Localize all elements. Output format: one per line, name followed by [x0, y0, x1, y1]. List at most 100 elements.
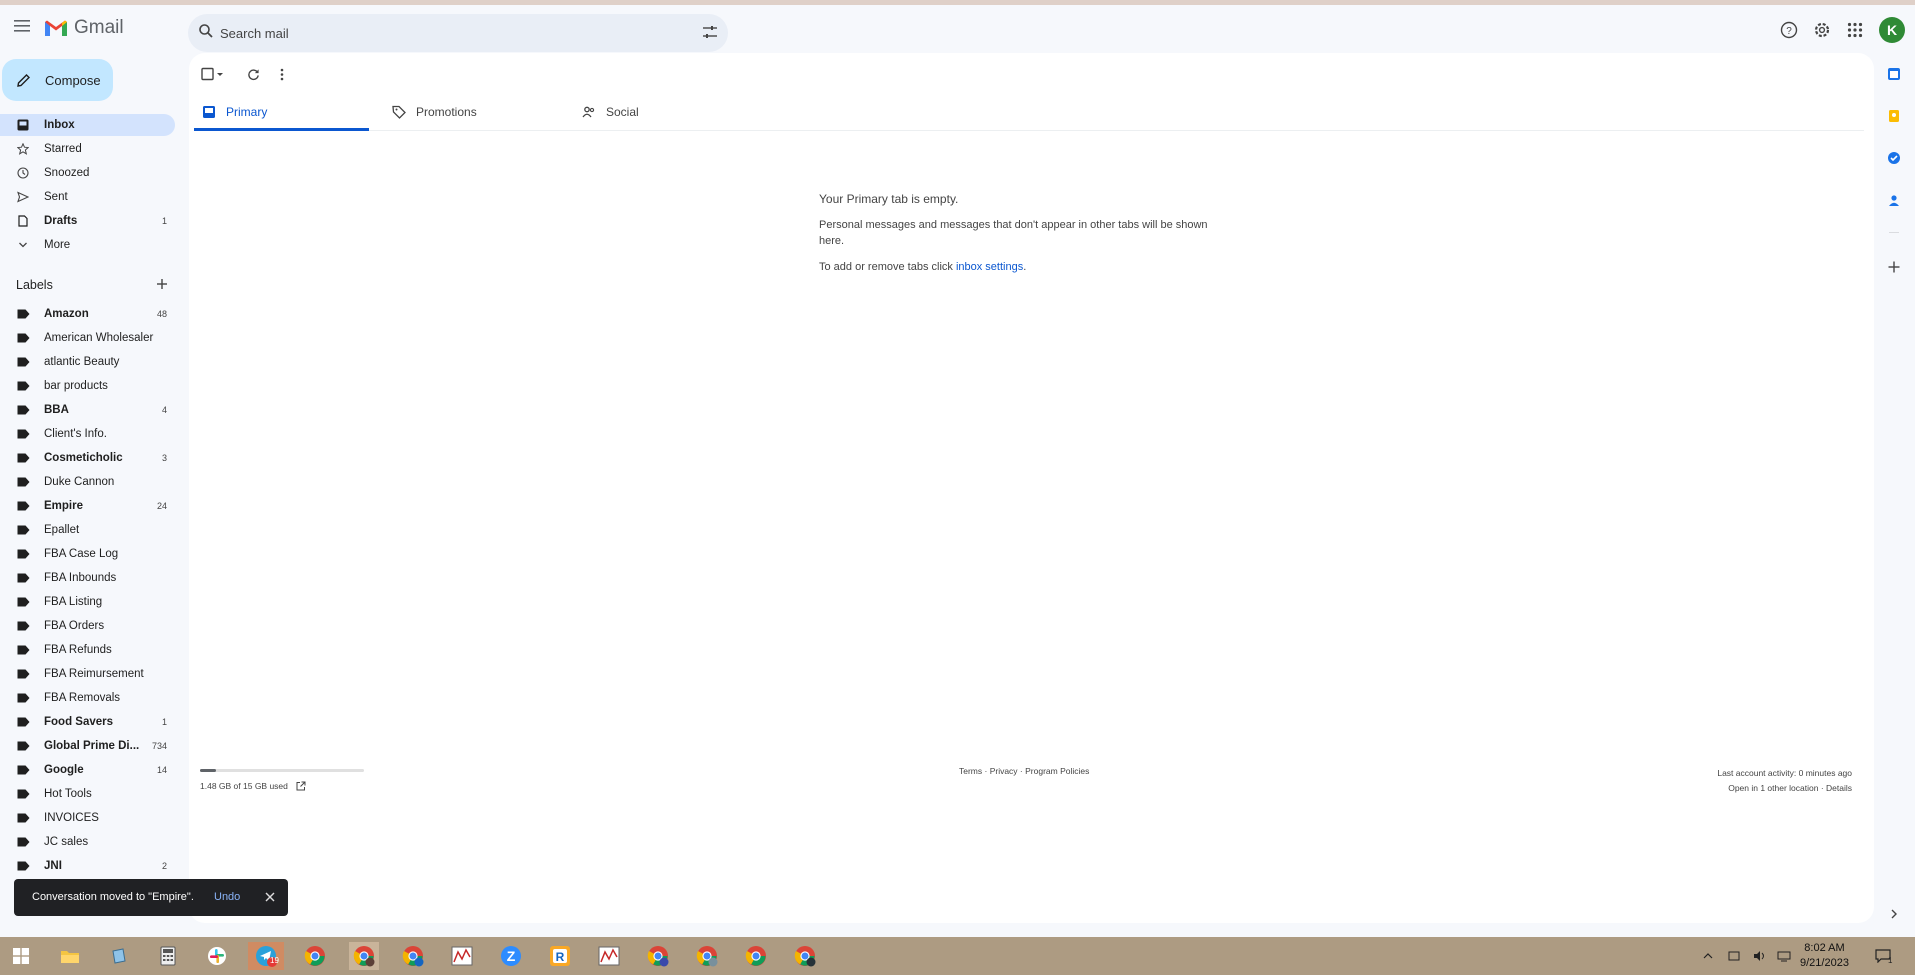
label-item[interactable]: bar products [0, 375, 175, 397]
label-item[interactable]: FBA Removals [0, 687, 175, 709]
chart-app-2-icon[interactable] [594, 942, 624, 970]
label-name: Epallet [44, 524, 80, 536]
label-item[interactable]: Client's Info. [0, 423, 175, 445]
tab-social[interactable]: Social [574, 93, 749, 131]
svg-text:R: R [556, 950, 565, 964]
main-menu-icon[interactable] [10, 14, 34, 38]
label-item[interactable]: FBA Case Log [0, 543, 175, 565]
svg-text:?: ? [1786, 26, 1792, 37]
slack-icon[interactable] [202, 942, 232, 970]
file-explorer-icon[interactable] [55, 942, 85, 970]
more-options-icon[interactable] [280, 65, 284, 83]
label-item[interactable]: Food Savers 1 [0, 711, 175, 733]
settings-gear-icon[interactable] [1811, 19, 1833, 41]
external-link-icon[interactable] [296, 781, 306, 791]
windows-start-icon[interactable] [6, 942, 36, 970]
calculator-icon[interactable] [153, 942, 183, 970]
show-side-panel-icon[interactable] [1885, 905, 1903, 923]
label-icon [16, 331, 30, 345]
chrome-profile-d-icon[interactable] [643, 942, 673, 970]
google-apps-icon[interactable] [1844, 19, 1866, 41]
tab-promotions[interactable]: Promotions [384, 93, 559, 131]
label-item[interactable]: FBA Orders [0, 615, 175, 637]
label-item[interactable]: Amazon 48 [0, 303, 175, 325]
label-name: Cosmeticholic [44, 452, 123, 464]
label-item[interactable]: Empire 24 [0, 495, 175, 517]
unread-count: 48 [156, 309, 167, 319]
select-all-checkbox[interactable] [201, 65, 225, 83]
chrome-profile-k-icon[interactable] [398, 942, 428, 970]
telegram-icon[interactable]: 19 [248, 942, 284, 970]
compose-button[interactable]: Compose [2, 59, 113, 101]
label-item[interactable]: American Wholesaler [0, 327, 175, 349]
inbox-icon [16, 118, 30, 132]
chrome-profile-active-icon[interactable] [349, 942, 379, 970]
zoom-icon[interactable]: Z [496, 942, 526, 970]
sidebar-item-inbox[interactable]: Inbox [0, 114, 175, 136]
sidebar-item-more[interactable]: More [0, 234, 175, 256]
refresh-icon[interactable] [247, 65, 260, 83]
sidebar-item-starred[interactable]: Starred [0, 138, 175, 160]
unread-count: 3 [161, 453, 167, 463]
label-item[interactable]: atlantic Beauty [0, 351, 175, 373]
label-item[interactable]: Duke Cannon [0, 471, 175, 493]
chrome-icon[interactable] [300, 942, 330, 970]
account-avatar[interactable]: K [1879, 17, 1905, 43]
label-item[interactable]: FBA Reimursement [0, 663, 175, 685]
gmail-logo[interactable]: Gmail [44, 17, 124, 39]
label-item[interactable]: Global Prime Di... 734 [0, 735, 175, 757]
label-item[interactable]: BBA 4 [0, 399, 175, 421]
chrome-profile-person-icon[interactable] [790, 942, 820, 970]
device-icon[interactable] [1726, 942, 1742, 970]
taskbar-clock[interactable]: 8:02 AM 9/21/2023 [1800, 941, 1849, 971]
volume-icon[interactable] [1752, 942, 1768, 970]
label-icon [16, 667, 30, 681]
search-options-icon[interactable] [702, 24, 718, 43]
chrome-profile-k2-icon[interactable] [692, 942, 722, 970]
label-name: FBA Removals [44, 692, 121, 704]
search-icon[interactable] [198, 23, 214, 42]
storage-text: 1.48 GB of 15 GB used [200, 781, 288, 791]
label-item[interactable]: JC sales [0, 831, 175, 853]
search-input[interactable] [220, 23, 660, 43]
sidebar-item-snoozed[interactable]: Snoozed [0, 162, 175, 184]
keep-icon[interactable] [1885, 107, 1903, 125]
tasks-icon[interactable] [1885, 149, 1903, 167]
sidebar-item-drafts[interactable]: Drafts 1 [0, 210, 175, 232]
add-label-icon[interactable] [155, 277, 169, 291]
calendar-icon[interactable] [1885, 65, 1903, 83]
unread-count: 14 [156, 765, 167, 775]
label-icon [16, 643, 30, 657]
label-item[interactable]: Cosmeticholic 3 [0, 447, 175, 469]
contacts-icon[interactable] [1885, 191, 1903, 209]
label-item[interactable]: Hot Tools [0, 783, 175, 805]
settings-suffix-text: . [1023, 261, 1027, 273]
inbox-settings-link[interactable]: inbox settings [956, 261, 1023, 273]
chart-app-icon[interactable] [447, 942, 477, 970]
label-item[interactable]: Google 14 [0, 759, 175, 781]
label-item[interactable]: Epallet [0, 519, 175, 541]
chrome-plain-icon[interactable] [741, 942, 771, 970]
other-location-link[interactable]: Open in 1 other location · Details [1717, 781, 1852, 796]
help-icon[interactable]: ? [1778, 19, 1800, 41]
label-item[interactable]: FBA Inbounds [0, 567, 175, 589]
network-icon[interactable] [1776, 942, 1792, 970]
search-box[interactable] [188, 14, 728, 52]
label-item[interactable]: JNI 2 [0, 855, 175, 877]
label-item[interactable]: FBA Listing [0, 591, 175, 613]
footer-links[interactable]: Terms · Privacy · Program Policies [959, 766, 1089, 776]
tab-primary[interactable]: Primary [194, 93, 369, 131]
add-addon-icon[interactable] [1885, 258, 1903, 276]
sidebar-item-sent[interactable]: Sent [0, 186, 175, 208]
close-icon[interactable] [264, 891, 276, 903]
notifications-icon[interactable]: 1 [1870, 942, 1896, 970]
label-item[interactable]: INVOICES [0, 807, 175, 829]
undo-button[interactable]: Undo [214, 891, 240, 903]
notepad-icon[interactable] [104, 942, 134, 970]
empty-state-body: Personal messages and messages that don'… [819, 219, 1208, 247]
sidebar-item-label: Drafts [44, 215, 78, 227]
r-app-icon[interactable]: R [545, 942, 575, 970]
show-hidden-icons-icon[interactable] [1700, 942, 1716, 970]
label-icon [16, 619, 30, 633]
label-item[interactable]: FBA Refunds [0, 639, 175, 661]
